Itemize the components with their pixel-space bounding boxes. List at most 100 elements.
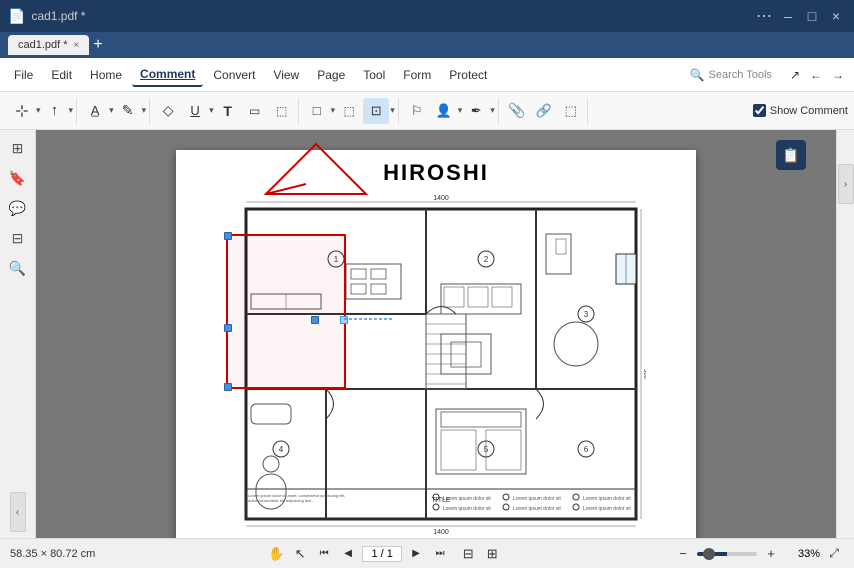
- right-panel-collapse-button[interactable]: ›: [838, 164, 854, 204]
- show-comment-toggle[interactable]: Show Comment: [753, 104, 848, 117]
- svg-text:1400: 1400: [433, 529, 449, 534]
- minimize-button[interactable]: –: [778, 6, 798, 26]
- eraser-tool-btn[interactable]: ◇: [155, 98, 181, 124]
- menu-item-edit[interactable]: Edit: [43, 64, 80, 86]
- pen-tool-arrow[interactable]: ▾: [142, 105, 147, 116]
- markup-tool-group: ⊡ ▾: [363, 98, 395, 124]
- menu-item-form[interactable]: Form: [395, 64, 439, 86]
- next-page-button[interactable]: ▶: [406, 544, 426, 564]
- sidebar-collapse-button[interactable]: ‹: [10, 492, 26, 532]
- menu-item-comment[interactable]: Comment: [132, 63, 203, 87]
- maximize-button[interactable]: □: [802, 6, 822, 26]
- fit-page-icon[interactable]: ⤢: [824, 544, 844, 564]
- red-triangle-annotation[interactable]: [256, 139, 376, 199]
- title-bar-left: 📄 cad1.pdf *: [8, 8, 85, 25]
- annotation-box[interactable]: [226, 234, 346, 389]
- last-page-button[interactable]: ⏭: [430, 544, 450, 564]
- tab-close-icon[interactable]: ×: [74, 40, 80, 51]
- tool-group-shapes: □ ▾ ⬚ ⊡ ▾: [301, 98, 399, 124]
- search-tools-area: 🔍 Search Tools: [690, 68, 780, 82]
- menu-item-home[interactable]: Home: [82, 64, 130, 86]
- search-tools-label[interactable]: Search Tools: [709, 69, 772, 81]
- handle-mid-right-inner[interactable]: [311, 316, 319, 324]
- zoom-slider[interactable]: [697, 552, 757, 556]
- floating-action-button[interactable]: 📋: [776, 140, 806, 170]
- zoom-slider-container: [697, 552, 757, 556]
- zoom-in-button[interactable]: +: [761, 544, 781, 564]
- signature-tool-btn[interactable]: ✒: [463, 98, 489, 124]
- annotation-connector: [344, 318, 404, 320]
- close-button[interactable]: ×: [826, 6, 846, 26]
- cursor-tool-arrow[interactable]: ▾: [36, 105, 41, 116]
- handle-top-left[interactable]: [224, 232, 232, 240]
- underline-tool-btn[interactable]: U: [182, 98, 208, 124]
- menu-item-convert[interactable]: Convert: [205, 64, 263, 86]
- document-tab[interactable]: cad1.pdf * ×: [8, 35, 89, 55]
- highlight-tool-group: A̲ ▾: [82, 98, 114, 124]
- handle-bottom-left[interactable]: [224, 383, 232, 391]
- menu-item-view[interactable]: View: [265, 64, 307, 86]
- page-number-input[interactable]: 1 / 1: [362, 546, 402, 562]
- callout-tool-btn[interactable]: ⬚: [269, 98, 295, 124]
- attach-tool-arrow[interactable]: ▾: [458, 105, 463, 116]
- attach-tool-btn[interactable]: 👤: [431, 98, 457, 124]
- svg-text:3: 3: [584, 310, 589, 319]
- menu-item-page[interactable]: Page: [309, 64, 353, 86]
- back-icon[interactable]: ←: [806, 64, 826, 86]
- arrow-tool-group: ↑ ▾: [42, 98, 74, 124]
- signature-tool-arrow[interactable]: ▾: [490, 105, 495, 116]
- menu-item-file[interactable]: File: [6, 64, 41, 86]
- page-container: HIROSHI 1400: [176, 150, 696, 538]
- sidebar-item-pages[interactable]: ⊟: [6, 226, 30, 250]
- page-title: HIROSHI: [383, 160, 489, 186]
- show-comment-checkbox-input[interactable]: [753, 104, 766, 117]
- pen-tool-btn[interactable]: ✎: [115, 98, 141, 124]
- hand-tool-icon[interactable]: ✋: [266, 544, 286, 564]
- new-tab-button[interactable]: +: [93, 37, 102, 53]
- prev-page-button[interactable]: ◀: [338, 544, 358, 564]
- sidebar-item-bookmark[interactable]: 🔖: [6, 166, 30, 190]
- highlight-tool-arrow[interactable]: ▾: [109, 105, 114, 116]
- menu-item-protect[interactable]: Protect: [441, 64, 495, 86]
- nav-buttons: ↗ ← →: [786, 64, 848, 86]
- cursor-tool-btn[interactable]: ⊹: [9, 98, 35, 124]
- svg-text:6: 6: [584, 445, 589, 454]
- dimensions-label: 58.35 × 80.72 cm: [10, 548, 95, 560]
- app-icon: 📄: [8, 8, 25, 25]
- text-tool-btn[interactable]: T: [215, 98, 241, 124]
- measure-tool-btn[interactable]: ⬚: [336, 98, 362, 124]
- menu-item-tool[interactable]: Tool: [355, 64, 393, 86]
- shapes-tool-btn[interactable]: □: [304, 98, 330, 124]
- first-page-button[interactable]: ⏮: [314, 544, 334, 564]
- stamp-tool-btn[interactable]: ⚐: [404, 98, 430, 124]
- search-icon: 🔍: [690, 68, 705, 82]
- svg-text:Lorem ipsum dolor sit: Lorem ipsum dolor sit: [513, 496, 561, 502]
- underline-tool-arrow[interactable]: ▾: [209, 105, 214, 116]
- show-comment-label: Show Comment: [770, 105, 848, 117]
- handle-mid-left[interactable]: [224, 324, 232, 332]
- sidebar-item-comment[interactable]: 💬: [6, 196, 30, 220]
- link-tool-btn[interactable]: 🔗: [531, 98, 557, 124]
- svg-text:Lorem ipsum dolor sit: Lorem ipsum dolor sit: [583, 506, 631, 512]
- filename: cad1.pdf *: [31, 9, 85, 23]
- textbox-tool-btn[interactable]: ▭: [242, 98, 268, 124]
- markup-tool-arrow[interactable]: ▾: [390, 105, 395, 116]
- cursor-select-icon[interactable]: ↖: [290, 544, 310, 564]
- split-vertical-icon[interactable]: ⊞: [482, 544, 502, 564]
- shapes-tool-arrow[interactable]: ▾: [331, 105, 336, 116]
- document-area[interactable]: HIROSHI 1400: [36, 130, 836, 538]
- arrow-tool-arrow[interactable]: ▾: [69, 105, 74, 116]
- external-link-icon[interactable]: ↗: [786, 64, 804, 86]
- more-options-icon[interactable]: ⋯: [754, 6, 774, 26]
- sidebar-item-search[interactable]: 🔍: [6, 256, 30, 280]
- markup-tool-btn[interactable]: ⊡: [363, 98, 389, 124]
- arrow-tool-btn[interactable]: ↑: [42, 98, 68, 124]
- split-horizontal-icon[interactable]: ⊟: [458, 544, 478, 564]
- highlight-tool-btn[interactable]: A̲: [82, 98, 108, 124]
- paperclip-tool-btn[interactable]: 📎: [504, 98, 530, 124]
- zoom-out-button[interactable]: −: [673, 544, 693, 564]
- forward-icon[interactable]: →: [828, 64, 848, 86]
- sidebar-item-layers[interactable]: ⊞: [6, 136, 30, 160]
- area-tool-btn[interactable]: ⬚: [558, 98, 584, 124]
- svg-text:2: 2: [484, 255, 489, 264]
